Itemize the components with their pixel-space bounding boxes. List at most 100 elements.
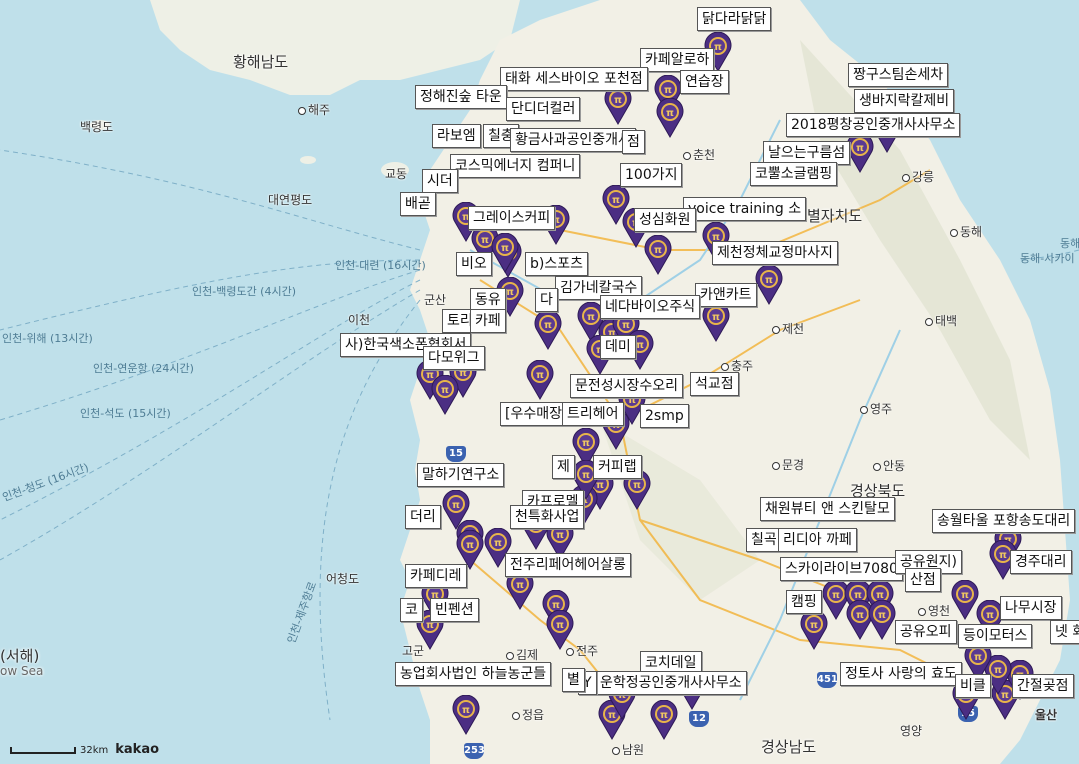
- highway-451-shield: 451: [817, 672, 838, 688]
- city-ulsan: 울산: [1035, 708, 1058, 722]
- svg-text:π: π: [712, 312, 720, 323]
- place-label[interactable]: 커피랩: [593, 455, 642, 479]
- place-label[interactable]: 제: [552, 455, 575, 479]
- pi-map-marker-icon[interactable]: π: [452, 694, 480, 735]
- place-label[interactable]: 라보엠: [432, 124, 481, 148]
- place-label[interactable]: 카페디레: [405, 564, 467, 588]
- city-yeongcheon: 영천: [918, 602, 950, 619]
- svg-text:π: π: [582, 470, 590, 481]
- place-label[interactable]: 경주대리: [1010, 550, 1072, 574]
- place-label[interactable]: 데미: [600, 335, 636, 359]
- place-label[interactable]: 코스믹에너지 컴퍼니: [450, 154, 581, 178]
- place-label[interactable]: 공유오피: [895, 620, 957, 644]
- place-label[interactable]: 제천정체교정마사지: [712, 241, 838, 265]
- place-label[interactable]: 정해진숲 타운: [415, 85, 507, 109]
- place-label[interactable]: 네다바이오주식: [600, 295, 701, 319]
- place-label[interactable]: 등이모터스: [958, 624, 1033, 648]
- svg-text:π: π: [666, 108, 674, 119]
- place-label[interactable]: voice training 소: [683, 197, 807, 221]
- svg-text:π: π: [714, 42, 722, 53]
- svg-text:π: π: [654, 245, 662, 256]
- place-label[interactable]: 코: [400, 598, 423, 622]
- place-label[interactable]: 점: [622, 130, 645, 154]
- place-label[interactable]: 트리헤어: [562, 402, 624, 426]
- svg-text:π: π: [441, 385, 449, 396]
- city-gimje: 김제: [506, 646, 538, 663]
- place-label[interactable]: 카페알로하: [640, 48, 715, 72]
- place-label[interactable]: 전주리페어헤어살롱: [505, 553, 631, 577]
- place-label[interactable]: 100가지: [620, 163, 683, 187]
- place-label[interactable]: 문전성시장수오리: [570, 374, 684, 398]
- pi-map-marker-icon[interactable]: π: [951, 579, 979, 620]
- pi-map-marker-icon[interactable]: π: [546, 609, 574, 650]
- place-label[interactable]: 운학정공인중개사사무소: [595, 671, 747, 695]
- place-label[interactable]: 농업회사법인 하늘농군들: [395, 662, 552, 686]
- city-donghae: 동해: [950, 223, 982, 240]
- pi-map-marker-icon[interactable]: π: [650, 699, 678, 740]
- place-label[interactable]: 생바지락칼제비: [854, 89, 955, 113]
- place-label[interactable]: 말하기연구소: [417, 463, 505, 487]
- place-label[interactable]: 배곧: [400, 192, 436, 216]
- place-label[interactable]: [우수매장: [500, 402, 567, 426]
- ferry-label: 인천-대련 (16시간): [335, 259, 426, 272]
- place-label[interactable]: 연습장: [680, 70, 729, 94]
- place-label[interactable]: 석교점: [690, 372, 739, 396]
- region-hwanghae: 황해남도: [233, 53, 289, 71]
- place-label[interactable]: 스카이라이브7080: [780, 557, 903, 581]
- pi-map-marker-icon[interactable]: π: [644, 234, 672, 275]
- place-label[interactable]: 다모위그: [423, 346, 485, 370]
- city-chuncheon: 춘천: [683, 146, 715, 163]
- place-label[interactable]: 더리: [405, 505, 441, 529]
- city-dot-icon: [873, 462, 881, 471]
- pi-map-marker-icon[interactable]: π: [491, 232, 519, 273]
- pi-map-marker-icon[interactable]: π: [534, 309, 562, 350]
- place-label[interactable]: 리디아 까페: [778, 528, 857, 552]
- place-label[interactable]: 넷 화: [1050, 620, 1079, 644]
- city-yeonpyeong: 대연평도: [268, 193, 313, 207]
- pi-map-marker-icon[interactable]: π: [526, 359, 554, 400]
- place-label[interactable]: 산점: [905, 568, 941, 592]
- place-label[interactable]: 정토사 사랑의 효도: [840, 662, 962, 686]
- place-label[interactable]: 닭다라닭닭: [697, 7, 772, 31]
- place-label[interactable]: 단디더컬러: [506, 97, 581, 121]
- pi-map-marker-icon[interactable]: π: [431, 374, 459, 415]
- svg-text:π: π: [664, 85, 672, 96]
- place-label[interactable]: 빈펜션: [430, 598, 479, 622]
- place-label[interactable]: 코뿔소글램핑: [750, 162, 838, 186]
- pi-map-marker-icon[interactable]: π: [604, 84, 632, 125]
- place-label[interactable]: 2smp: [640, 404, 689, 428]
- city-dot-icon: [902, 173, 910, 182]
- place-label[interactable]: 비오: [456, 252, 492, 276]
- region-gyeongnam: 경상남도: [761, 738, 817, 756]
- place-label[interactable]: 캠핑: [786, 590, 822, 614]
- svg-text:π: π: [536, 370, 544, 381]
- place-label[interactable]: 짱구스팀손세차: [848, 63, 949, 87]
- pi-map-marker-icon[interactable]: π: [868, 599, 896, 640]
- place-label[interactable]: 칠곡: [746, 528, 782, 552]
- svg-text:π: π: [856, 143, 864, 154]
- place-label[interactable]: 별: [562, 668, 585, 692]
- place-label[interactable]: 나무시장: [1000, 596, 1062, 620]
- place-label[interactable]: 성심화원: [634, 208, 696, 232]
- pi-map-marker-icon[interactable]: π: [755, 264, 783, 305]
- place-label[interactable]: 다: [535, 288, 558, 312]
- place-label[interactable]: b)스포츠: [525, 252, 588, 276]
- place-label[interactable]: 송월타울 포항송도대리: [932, 509, 1076, 533]
- place-label[interactable]: 카앤카트: [695, 283, 757, 307]
- place-label[interactable]: 채원뷰티 앤 스킨탈모: [760, 497, 895, 521]
- place-label[interactable]: 시더: [422, 169, 458, 193]
- place-label[interactable]: 태화 세스바이오 포천점: [500, 67, 648, 91]
- pi-map-marker-icon[interactable]: π: [656, 97, 684, 138]
- place-label[interactable]: 카페: [470, 309, 506, 333]
- pi-map-marker-icon[interactable]: π: [702, 301, 730, 342]
- place-label[interactable]: 천특화사업: [510, 505, 585, 529]
- place-label[interactable]: 황금사과공인중개사: [510, 128, 636, 152]
- svg-text:π: π: [612, 195, 620, 206]
- place-label[interactable]: 비클: [955, 674, 991, 698]
- place-label[interactable]: 2018평창공인중개사사무소: [786, 113, 961, 137]
- city-yeongyang: 영양: [900, 724, 923, 738]
- place-label[interactable]: 그레이스커피: [468, 206, 556, 230]
- svg-text:π: π: [994, 665, 1002, 676]
- svg-text:π: π: [999, 550, 1007, 561]
- place-label[interactable]: 간절곶점: [1012, 674, 1074, 698]
